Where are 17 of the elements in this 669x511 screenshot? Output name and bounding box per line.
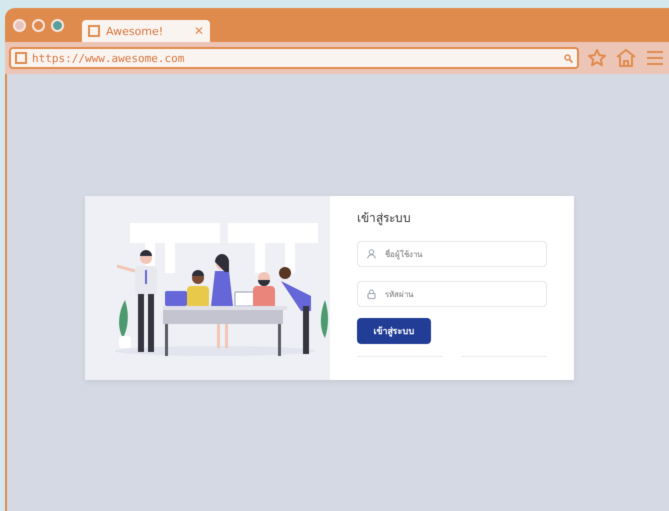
star-icon[interactable] — [587, 48, 607, 68]
menu-icon[interactable] — [645, 49, 665, 67]
login-title: เข้าสู่ระบบ — [357, 210, 412, 227]
login-button[interactable]: เข้าสู่ระบบ — [357, 318, 431, 344]
window-control-icon[interactable] — [13, 18, 26, 32]
search-icon[interactable] — [564, 54, 573, 62]
input-field[interactable]: รหัสผ่าน — [357, 281, 547, 307]
window-control-icon[interactable] — [32, 18, 45, 32]
home-icon[interactable] — [615, 48, 637, 68]
window-control-icon[interactable] — [51, 18, 64, 32]
browser-tab[interactable]: Awesome! ✕ — [82, 20, 210, 42]
close-icon[interactable]: ✕ — [194, 24, 204, 38]
address-bar[interactable]: https://www.awesome.com — [9, 47, 579, 69]
input-field[interactable]: ชื่อผู้ใช้งาน — [357, 241, 547, 267]
page-icon — [15, 52, 27, 64]
page-icon — [88, 25, 100, 37]
tab-title: Awesome! — [106, 24, 164, 38]
